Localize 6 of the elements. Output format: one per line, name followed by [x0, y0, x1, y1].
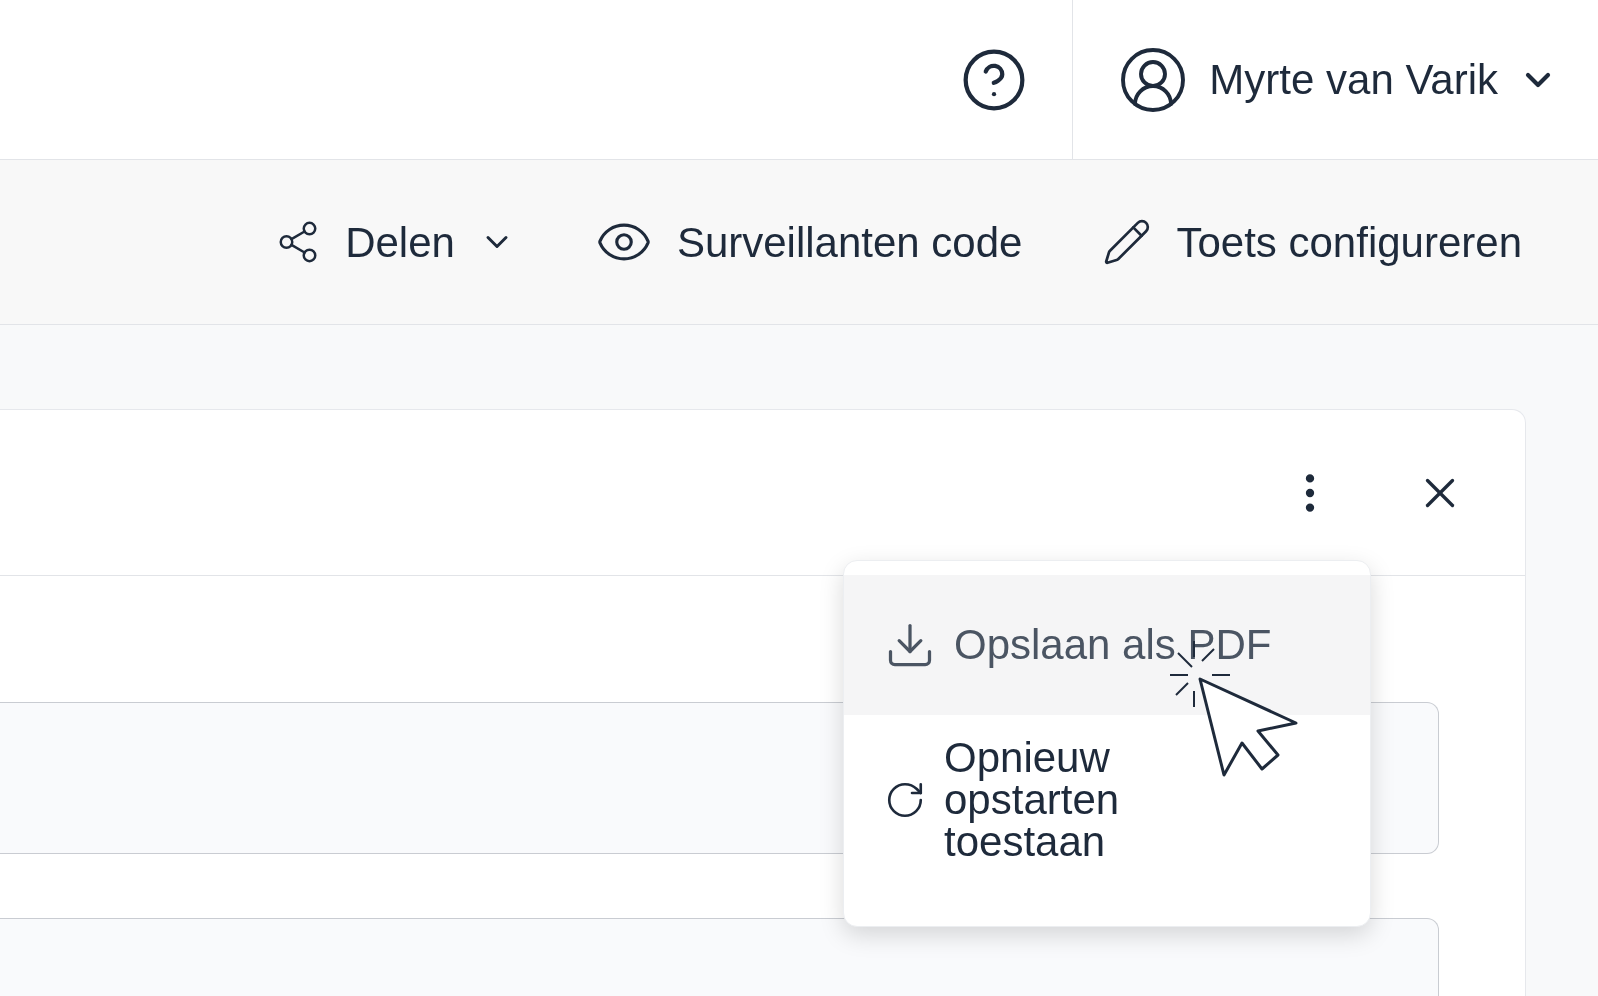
toolbar-button[interactable]: Surveillanten code: [594, 210, 1023, 274]
toolbar-button[interactable]: Delen: [275, 210, 515, 274]
toolbar-button[interactable]: Toets configureren: [1102, 210, 1522, 274]
menu-item[interactable]: Opnieuw opstarten toestaan: [844, 715, 1370, 885]
menu-item[interactable]: Opslaan als PDF: [844, 575, 1370, 715]
user-name: Myrte van Varik: [1209, 55, 1498, 105]
